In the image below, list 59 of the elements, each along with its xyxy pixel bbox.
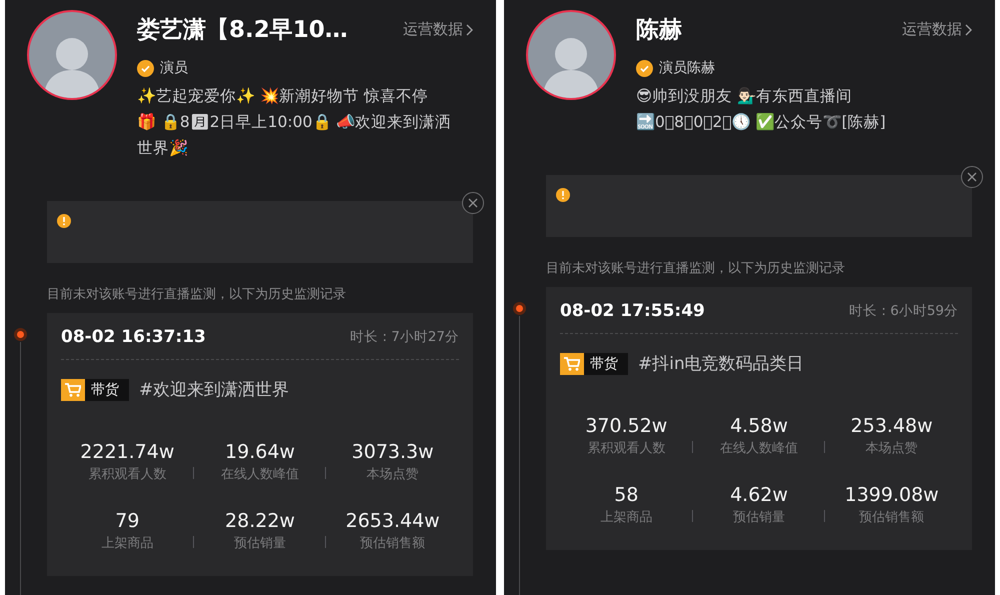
stat-label: 在线人数峰值 xyxy=(220,466,299,483)
stat-value: 2221.74w xyxy=(80,441,174,463)
session-topic: #抖in电竞数码品类日 xyxy=(638,353,804,375)
stat-value: 4.62w xyxy=(730,484,788,506)
cart-icon xyxy=(564,356,580,370)
session-start-time: 08-02 16:37:13 xyxy=(61,327,206,347)
bio-text: 世界🎉 xyxy=(137,138,189,159)
selling-tag: 带货 xyxy=(560,352,628,374)
verified-check-icon xyxy=(636,60,653,76)
operations-data-link[interactable]: 运营数据 xyxy=(902,20,972,39)
stat-label: 上架商品 xyxy=(600,509,652,526)
verified-label: 演员 xyxy=(160,59,188,77)
bio-text: 😎帅到没朋友 💁🏻‍♂有东西直播间 xyxy=(636,86,854,107)
verified-check-icon xyxy=(137,60,154,76)
chevron-right-icon xyxy=(466,24,473,36)
chevron-right-icon xyxy=(965,24,972,36)
stat-value: 3073.3w xyxy=(352,441,434,463)
timeline-dot xyxy=(516,305,522,312)
timeline-dot xyxy=(16,331,24,338)
verified-label: 演员陈赫 xyxy=(659,59,715,77)
stat-label: 在线人数峰值 xyxy=(720,440,798,457)
bio-text: ✨艺起宠爱你✨ 💥新潮好物节 惊喜不停 xyxy=(137,86,429,107)
close-button[interactable] xyxy=(961,166,983,188)
close-button[interactable] xyxy=(462,192,484,214)
close-icon xyxy=(468,198,478,208)
stat-value: 1399.08w xyxy=(844,484,939,506)
stat-label: 预估销量 xyxy=(732,509,785,526)
stat-label: 预估销售额 xyxy=(859,509,924,526)
stat-label: 本场点赞 xyxy=(366,466,419,483)
bio-text: 🎁 🔒8🈷2日早上10:00🔒 📣欢迎来到潇洒 xyxy=(137,112,452,133)
stat-value: 253.48w xyxy=(850,415,933,437)
selling-tag: 带货 xyxy=(61,378,129,400)
stat-value: 79 xyxy=(115,510,140,532)
account-name: 陈赫 xyxy=(636,16,682,45)
session-start-time: 08-02 17:55:49 xyxy=(560,301,705,321)
monitor-note: 目前未对该账号进行直播监测，以下为历史监测记录 xyxy=(47,286,347,303)
account-name: 娄艺潇【8.2早10… xyxy=(137,16,348,45)
stat-value: 4.58w xyxy=(730,415,788,437)
warning-icon xyxy=(556,188,570,202)
stat-value: 58 xyxy=(614,484,638,506)
session-duration: 时长 : 7小时27分 xyxy=(350,328,459,346)
stat-value: 19.64w xyxy=(225,441,295,463)
session-duration: 时长 : 6小时59分 xyxy=(849,302,958,320)
bio-text: 🔜0⃣8⃣0⃣2⃣🕔 ✅公众号➰[陈赫] xyxy=(636,112,887,133)
stat-label: 累积观看人数 xyxy=(587,440,666,457)
stat-label: 累积观看人数 xyxy=(88,466,166,483)
stat-label: 预估销量 xyxy=(234,535,286,552)
session-topic: #欢迎来到潇洒世界 xyxy=(139,379,290,401)
stat-value: 28.22w xyxy=(225,510,295,532)
operations-data-link[interactable]: 运营数据 xyxy=(403,20,473,39)
stat-label: 预估销售额 xyxy=(360,535,426,552)
stat-value: 370.52w xyxy=(585,415,668,437)
stat-label: 上架商品 xyxy=(101,535,154,552)
cart-icon xyxy=(65,382,81,396)
warning-icon xyxy=(57,214,71,228)
stat-value: 2653.44w xyxy=(346,510,440,532)
close-icon xyxy=(967,172,977,182)
stat-label: 本场点赞 xyxy=(866,440,918,457)
monitor-note: 目前未对该账号进行直播监测，以下为历史监测记录 xyxy=(546,260,846,277)
